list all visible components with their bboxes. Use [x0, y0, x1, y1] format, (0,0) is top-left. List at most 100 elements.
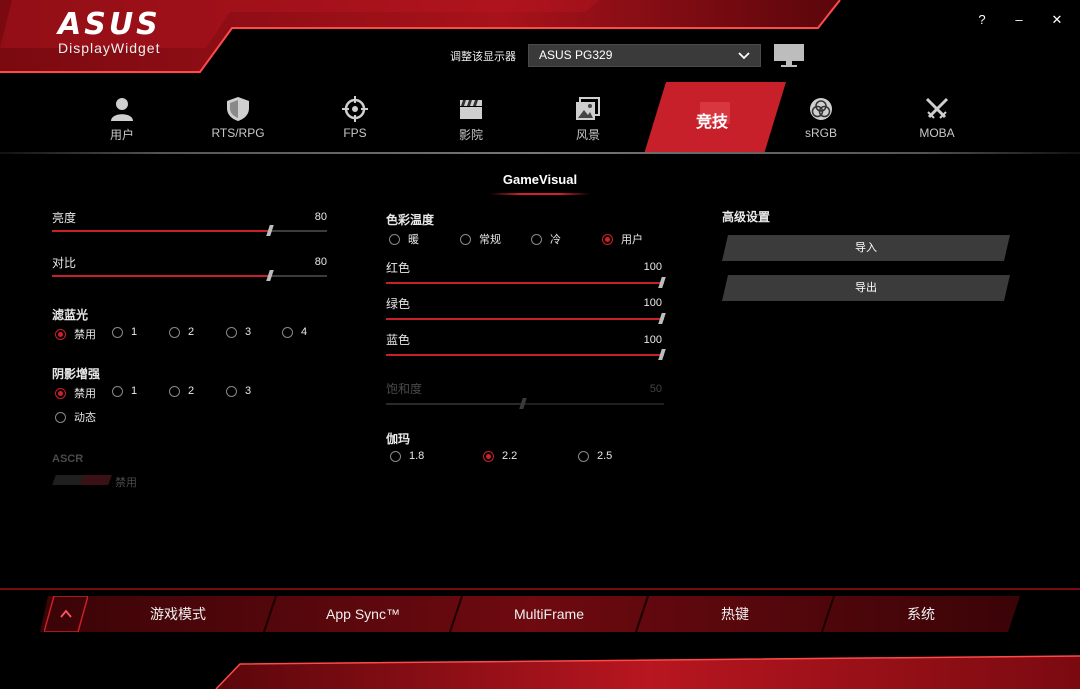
crosshair-icon — [342, 96, 368, 122]
green-slider[interactable] — [386, 313, 666, 325]
slider-fill — [52, 275, 268, 277]
help-button[interactable]: ? — [971, 10, 993, 30]
bottom-nav-multiframe[interactable]: MultiFrame — [462, 596, 636, 632]
blue-light-option-1[interactable]: 1 — [112, 326, 137, 342]
tab-label: sRGB — [804, 126, 837, 140]
tab-srgb[interactable]: sRGB — [761, 96, 881, 146]
tab-racing[interactable]: 竞技 — [652, 104, 772, 154]
import-button[interactable]: 导入 — [722, 235, 1010, 261]
import-button-label: 导入 — [855, 242, 877, 254]
radio-dot — [112, 326, 123, 338]
radio-dot — [55, 328, 66, 340]
radio-dot — [226, 326, 237, 338]
shadow-boost-label: 阴影增强 — [52, 367, 101, 381]
gamma-option-2-2[interactable]: 2.2 — [483, 450, 517, 466]
radio-dot — [112, 385, 123, 397]
crossed-swords-icon — [925, 97, 949, 119]
radio-dot — [483, 450, 494, 462]
radio-dot — [578, 450, 589, 462]
blue-label: 蓝色 — [386, 333, 411, 347]
red-label: 红色 — [386, 261, 411, 275]
tab-cinema[interactable]: 影院 — [411, 96, 531, 146]
export-button[interactable]: 导出 — [722, 275, 1010, 301]
bottom-nav-app-sync[interactable]: App Sync™ — [276, 596, 450, 632]
color-temp-option-warm[interactable]: 暖 — [389, 231, 419, 247]
tab-user[interactable]: 用户 — [62, 96, 182, 146]
tab-label: FPS — [343, 126, 367, 140]
blue-light-option-3[interactable]: 3 — [226, 326, 251, 342]
slider-thumb[interactable] — [658, 313, 666, 324]
color-temp-option-cool[interactable]: 冷 — [531, 231, 561, 247]
toggle-knob — [80, 475, 112, 485]
slider-thumb[interactable] — [658, 277, 666, 288]
monitor-icon[interactable] — [773, 43, 805, 69]
tab-label: 用户 — [109, 128, 134, 142]
chevron-down-icon — [738, 52, 750, 60]
slider-thumb[interactable] — [658, 349, 666, 360]
green-value: 100 — [643, 297, 662, 309]
profile-title-underline — [490, 193, 590, 195]
gamma-option-2-5[interactable]: 2.5 — [578, 450, 612, 466]
tab-rts-rpg[interactable]: RTS/RPG — [178, 96, 298, 146]
slider-fill — [386, 403, 521, 405]
clapperboard-icon — [460, 100, 482, 119]
brightness-label: 亮度 — [52, 211, 77, 225]
slider-fill — [386, 282, 660, 284]
export-button-label: 导出 — [855, 282, 877, 294]
color-temp-option-user[interactable]: 用户 — [602, 231, 643, 247]
radio-dot — [389, 233, 400, 245]
shadow-boost-option-2[interactable]: 2 — [169, 385, 194, 401]
blue-light-option-2[interactable]: 2 — [169, 326, 194, 342]
tab-scenery[interactable]: 风景 — [528, 96, 648, 146]
radio-dot — [55, 387, 66, 399]
blue-light-filter-label: 滤蓝光 — [52, 308, 89, 322]
tab-label: 竞技 — [695, 114, 728, 131]
user-icon — [111, 98, 133, 121]
monitor-select-value: ASUS PG329 — [539, 48, 613, 62]
radio-dot — [169, 385, 180, 397]
color-temp-label: 色彩温度 — [386, 213, 435, 227]
green-label: 绿色 — [386, 297, 411, 311]
blue-light-option-off[interactable]: 禁用 — [55, 326, 96, 342]
ascr-label: ASCR — [52, 453, 84, 465]
saturation-label: 饱和度 — [386, 382, 423, 396]
shadow-boost-option-dynamic[interactable]: 动态 — [55, 409, 96, 425]
close-button[interactable]: ✕ — [1046, 10, 1068, 30]
shadow-boost-option-off[interactable]: 禁用 — [55, 385, 96, 401]
gamma-label: 伽玛 — [386, 432, 411, 446]
shadow-boost-option-3[interactable]: 3 — [226, 385, 251, 401]
minimize-button[interactable]: – — [1008, 10, 1030, 30]
slider-fill — [386, 354, 660, 356]
monitor-select-label: 调整该显示器 — [450, 51, 516, 63]
monitor-select[interactable]: ASUS PG329 — [528, 44, 761, 67]
shadow-boost-option-1[interactable]: 1 — [112, 385, 137, 401]
asus-logo: ASUS DisplayWidget — [58, 7, 161, 57]
tab-moba[interactable]: MOBA — [877, 96, 997, 146]
slider-fill — [386, 318, 660, 320]
gamma-option-1-8[interactable]: 1.8 — [390, 450, 424, 466]
radio-dot — [55, 411, 66, 423]
radio-dot — [169, 326, 180, 338]
radio-dot — [282, 326, 293, 338]
radio-dot — [602, 233, 613, 245]
ascr-state-label: 禁用 — [115, 477, 137, 489]
shield-icon — [227, 97, 249, 121]
saturation-value: 50 — [649, 383, 662, 395]
contrast-slider[interactable] — [52, 270, 327, 282]
color-temp-option-normal[interactable]: 常规 — [460, 231, 501, 247]
bottom-nav-system[interactable]: 系统 — [834, 596, 1008, 632]
red-slider[interactable] — [386, 277, 666, 289]
blue-light-option-4[interactable]: 4 — [282, 326, 307, 342]
tab-fps[interactable]: FPS — [295, 96, 415, 146]
brightness-slider[interactable] — [52, 225, 327, 237]
radio-dot — [460, 233, 471, 245]
blue-slider[interactable] — [386, 349, 666, 361]
ascr-toggle[interactable] — [52, 475, 112, 485]
bottom-nav-game-mode[interactable]: 游戏模式 — [92, 596, 264, 632]
logo-wordmark: ASUS — [58, 7, 161, 42]
tab-label: RTS/RPG — [211, 126, 265, 140]
bottom-nav-hotkey[interactable]: 热键 — [648, 596, 822, 632]
brightness-value: 80 — [314, 211, 327, 223]
app-title: DisplayWidget — [58, 40, 161, 56]
contrast-value: 80 — [314, 256, 327, 268]
